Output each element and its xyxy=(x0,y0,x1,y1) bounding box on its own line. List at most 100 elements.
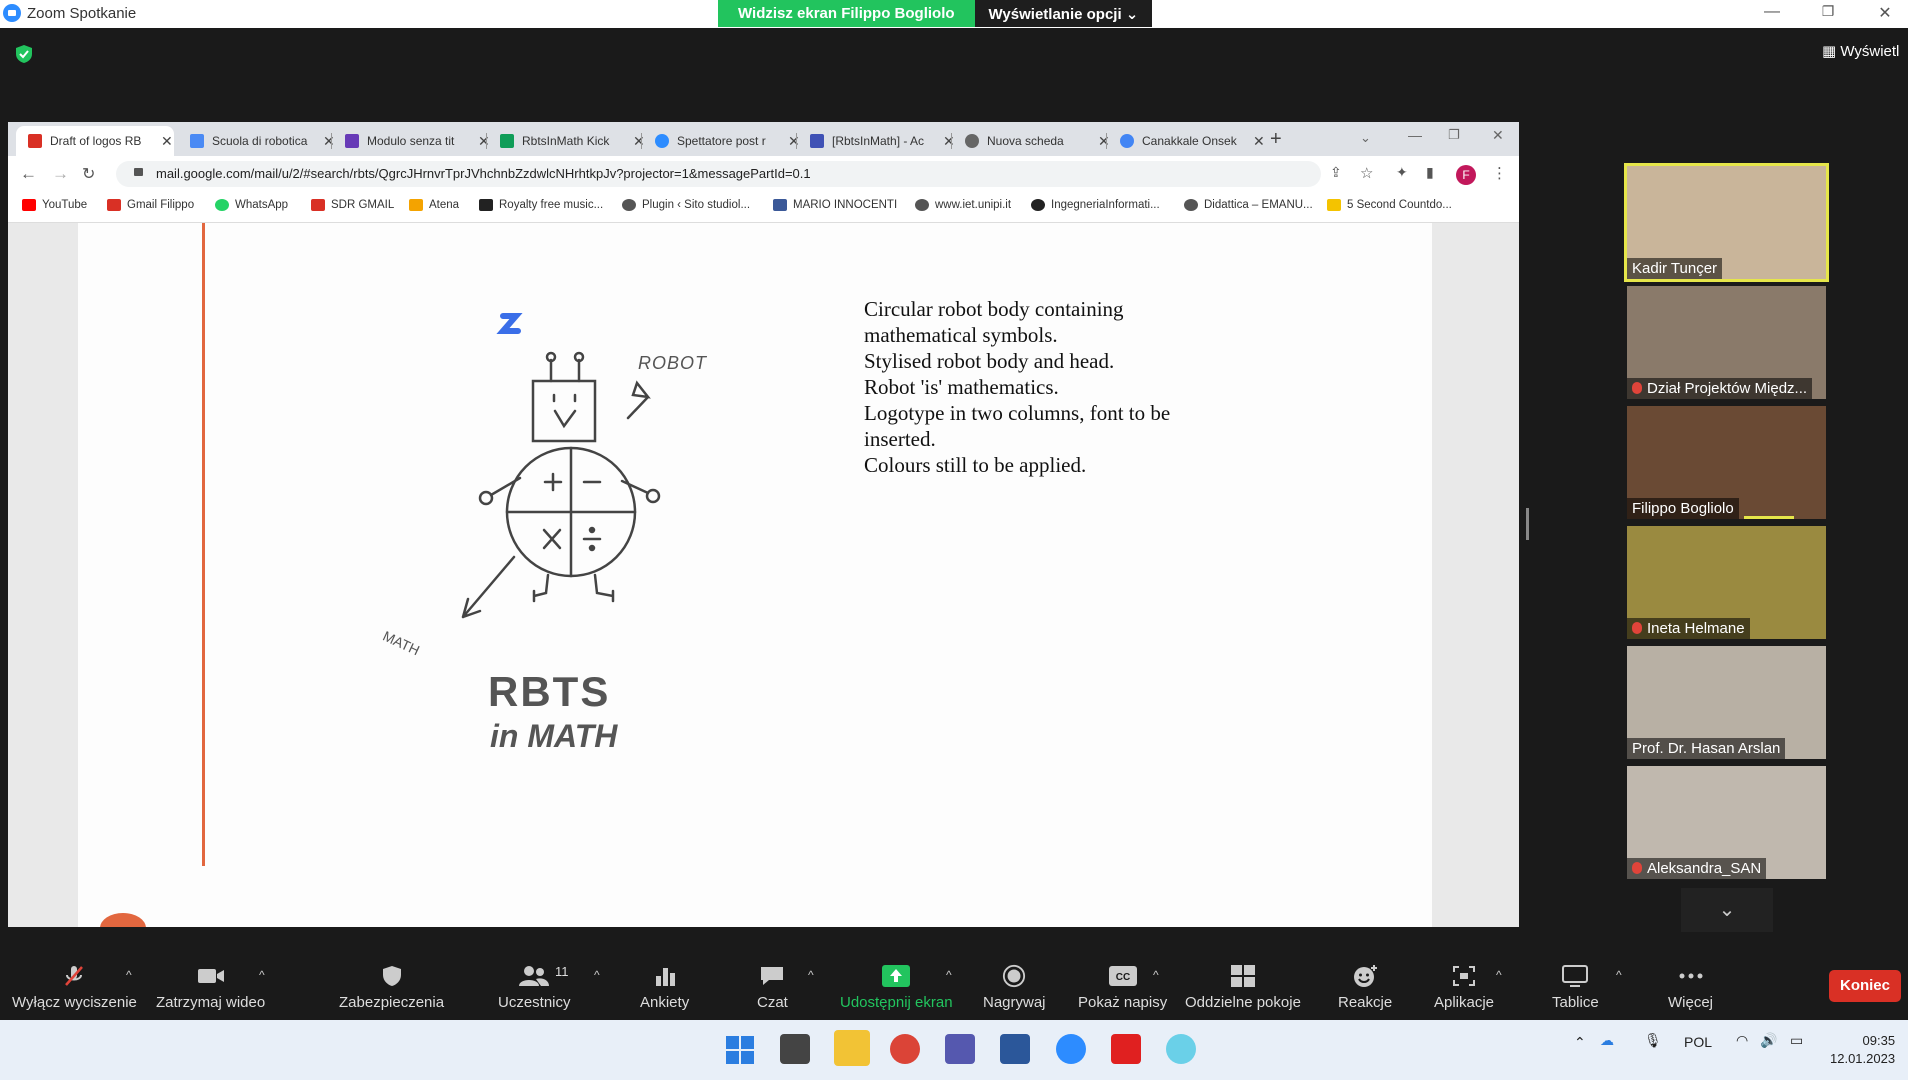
bookmark-gmail[interactable]: Gmail Filippo xyxy=(107,199,194,211)
chevron-down-icon: ⌄ xyxy=(1718,899,1736,921)
breakout-rooms-label: Oddzielne pokoje xyxy=(1185,994,1301,1011)
teams-icon[interactable] xyxy=(945,1034,975,1064)
bookmark-atena[interactable]: Atena xyxy=(409,199,459,211)
profile-avatar[interactable]: F xyxy=(1456,165,1476,185)
browser-tab[interactable]: Nuova scheda ✕ xyxy=(953,126,1110,156)
participant-video[interactable]: Dział Projektów Międz... xyxy=(1627,286,1826,399)
security-button[interactable]: Zabezpieczenia xyxy=(339,964,444,1011)
volume-icon[interactable]: 🔊 xyxy=(1760,1032,1777,1049)
browser-tab[interactable]: Scuola di robotica ✕ xyxy=(178,126,335,156)
minimize-icon[interactable]: — xyxy=(1757,3,1787,21)
bookmark-iet-unipi[interactable]: www.iet.unipi.it xyxy=(915,199,1011,211)
share-options-caret-icon[interactable]: ^ xyxy=(946,968,952,982)
browser-menu-icon[interactable]: ⋮ xyxy=(1492,164,1507,182)
github-icon xyxy=(1031,199,1045,211)
scroll-participants-down-button[interactable]: ⌄ xyxy=(1681,888,1773,932)
more-button[interactable]: Więcej xyxy=(1668,964,1713,1011)
close-icon[interactable]: ✕ xyxy=(1870,3,1900,23)
end-meeting-button[interactable]: Koniec xyxy=(1829,970,1901,1002)
participant-video[interactable]: Filippo Bogliolo xyxy=(1627,406,1826,519)
bookmark-whatsapp[interactable]: WhatsApp xyxy=(215,199,288,211)
url-field[interactable]: mail.google.com/mail/u/2/#search/rbts/Qg… xyxy=(116,161,1321,187)
whiteboards-button[interactable]: Tablice xyxy=(1552,964,1599,1011)
participant-video[interactable]: Kadir Tunçer xyxy=(1624,163,1829,282)
breakout-rooms-button[interactable]: Oddzielne pokoje xyxy=(1185,964,1301,1011)
apps-button[interactable]: Aplikacje xyxy=(1434,964,1494,1011)
bookmark-ingegneria[interactable]: IngegneriaInformati... xyxy=(1031,199,1160,211)
whiteboards-options-caret-icon[interactable]: ^ xyxy=(1616,968,1622,982)
bookmarks-bar: YouTube Gmail Filippo WhatsApp SDR GMAIL… xyxy=(8,192,1519,223)
chat-button[interactable]: Czat xyxy=(757,964,788,1011)
captions-options-caret-icon[interactable]: ^ xyxy=(1153,968,1159,982)
reload-icon[interactable]: ↻ xyxy=(82,164,95,184)
tab-separator xyxy=(331,133,332,149)
google-icon xyxy=(1120,134,1134,148)
share-screen-button[interactable]: Udostępnij ekran xyxy=(840,964,953,1011)
margin-line xyxy=(202,223,205,866)
unmute-button[interactable]: Wyłącz wyciszenie xyxy=(12,964,137,1011)
show-hidden-icons-icon[interactable]: ⌃ xyxy=(1574,1034,1586,1051)
record-button[interactable]: Nagrywaj xyxy=(983,964,1046,1011)
extensions-icon[interactable]: ✦ xyxy=(1396,164,1408,181)
globe-app-icon[interactable] xyxy=(1166,1034,1196,1064)
browser-tab[interactable]: [RbtsInMath] - Ac ✕ xyxy=(798,126,955,156)
battery-icon[interactable]: ▭ xyxy=(1790,1032,1803,1049)
close-tab-icon[interactable]: ✕ xyxy=(1253,133,1265,150)
new-tab-icon[interactable]: + xyxy=(1270,128,1282,151)
language-indicator[interactable]: POL xyxy=(1684,1034,1712,1050)
participants-options-caret-icon[interactable]: ^ xyxy=(594,968,600,982)
view-options-button[interactable]: Wyświetlanie opcji ⌄ xyxy=(974,0,1153,27)
browser-restore-icon[interactable]: ❐ xyxy=(1448,127,1460,143)
browser-tab[interactable]: Draft of logos RB ✕ xyxy=(16,126,174,156)
back-icon[interactable]: ← xyxy=(20,164,37,184)
microphone-icon[interactable]: 🎙 xyxy=(1644,1032,1662,1049)
svg-text:CC: CC xyxy=(1115,972,1129,983)
participant-video[interactable]: Ineta Helmane xyxy=(1627,526,1826,639)
share-page-icon[interactable]: ⇪ xyxy=(1330,164,1342,181)
task-view-icon[interactable] xyxy=(780,1034,810,1064)
participant-video[interactable]: Prof. Dr. Hasan Arslan xyxy=(1627,646,1826,759)
windows-start-icon[interactable] xyxy=(725,1035,755,1065)
bookmark-star-icon[interactable]: ☆ xyxy=(1360,164,1373,182)
close-tab-icon[interactable]: ✕ xyxy=(161,133,173,150)
chat-options-caret-icon[interactable]: ^ xyxy=(808,968,814,982)
restore-icon[interactable]: ❐ xyxy=(1813,3,1843,20)
side-panel-icon[interactable]: ▮ xyxy=(1426,164,1434,181)
browser-close-icon[interactable]: ✕ xyxy=(1492,127,1504,144)
acrobat-icon[interactable] xyxy=(1111,1034,1141,1064)
chrome-icon[interactable] xyxy=(890,1034,920,1064)
polls-button[interactable]: Ankiety xyxy=(640,964,689,1011)
word-icon[interactable] xyxy=(1000,1034,1030,1064)
bookmark-youtube[interactable]: YouTube xyxy=(22,199,87,211)
bookmark-mario-innocenti[interactable]: MARIO INNOCENTI xyxy=(773,199,897,211)
resize-handle[interactable] xyxy=(1526,508,1529,540)
bookmark-didattica[interactable]: Didattica – EMANU... xyxy=(1184,199,1313,211)
video-options-caret-icon[interactable]: ^ xyxy=(259,968,265,982)
file-explorer-icon[interactable] xyxy=(834,1030,870,1066)
wifi-icon[interactable]: ◠ xyxy=(1736,1032,1748,1049)
bookmark-countdown[interactable]: 5 Second Countdo... xyxy=(1327,199,1452,211)
browser-tab[interactable]: Canakkale Onsek ✕ xyxy=(1108,126,1265,156)
browser-tab-bar: Draft of logos RB ✕ Scuola di robotica ✕… xyxy=(8,122,1519,156)
bookmark-sdr-gmail[interactable]: SDR GMAIL xyxy=(311,199,394,211)
description-line: Stylised robot body and head. xyxy=(864,349,1115,373)
participant-name: Prof. Dr. Hasan Arslan xyxy=(1627,738,1786,759)
browser-tab[interactable]: Modulo senza tit ✕ xyxy=(333,126,490,156)
bookmark-royalty-music[interactable]: Royalty free music... xyxy=(479,199,603,211)
encryption-shield-icon[interactable] xyxy=(14,44,34,64)
audio-options-caret-icon[interactable]: ^ xyxy=(126,968,132,982)
browser-tab[interactable]: RbtsInMath Kick ✕ xyxy=(488,126,645,156)
clock[interactable]: 09:35 12.01.2023 xyxy=(1830,1032,1895,1068)
browser-tab[interactable]: Spettatore post r ✕ xyxy=(643,126,800,156)
tab-search-icon[interactable]: ⌄ xyxy=(1360,130,1371,146)
apps-options-caret-icon[interactable]: ^ xyxy=(1496,968,1502,982)
forward-icon[interactable]: → xyxy=(52,164,69,184)
bookmark-plugin[interactable]: Plugin ‹ Sito studiol... xyxy=(622,199,750,211)
zoom-app-icon[interactable] xyxy=(1056,1034,1086,1064)
participant-video[interactable]: Aleksandra_SAN xyxy=(1627,766,1826,879)
stop-video-button[interactable]: Zatrzymaj wideo xyxy=(156,964,265,1011)
browser-minimize-icon[interactable]: — xyxy=(1408,127,1422,143)
onedrive-icon[interactable]: ☁ xyxy=(1600,1032,1614,1049)
view-button[interactable]: ▦ Wyświetl xyxy=(1822,42,1899,60)
reactions-button[interactable]: Reakcje xyxy=(1338,964,1392,1011)
